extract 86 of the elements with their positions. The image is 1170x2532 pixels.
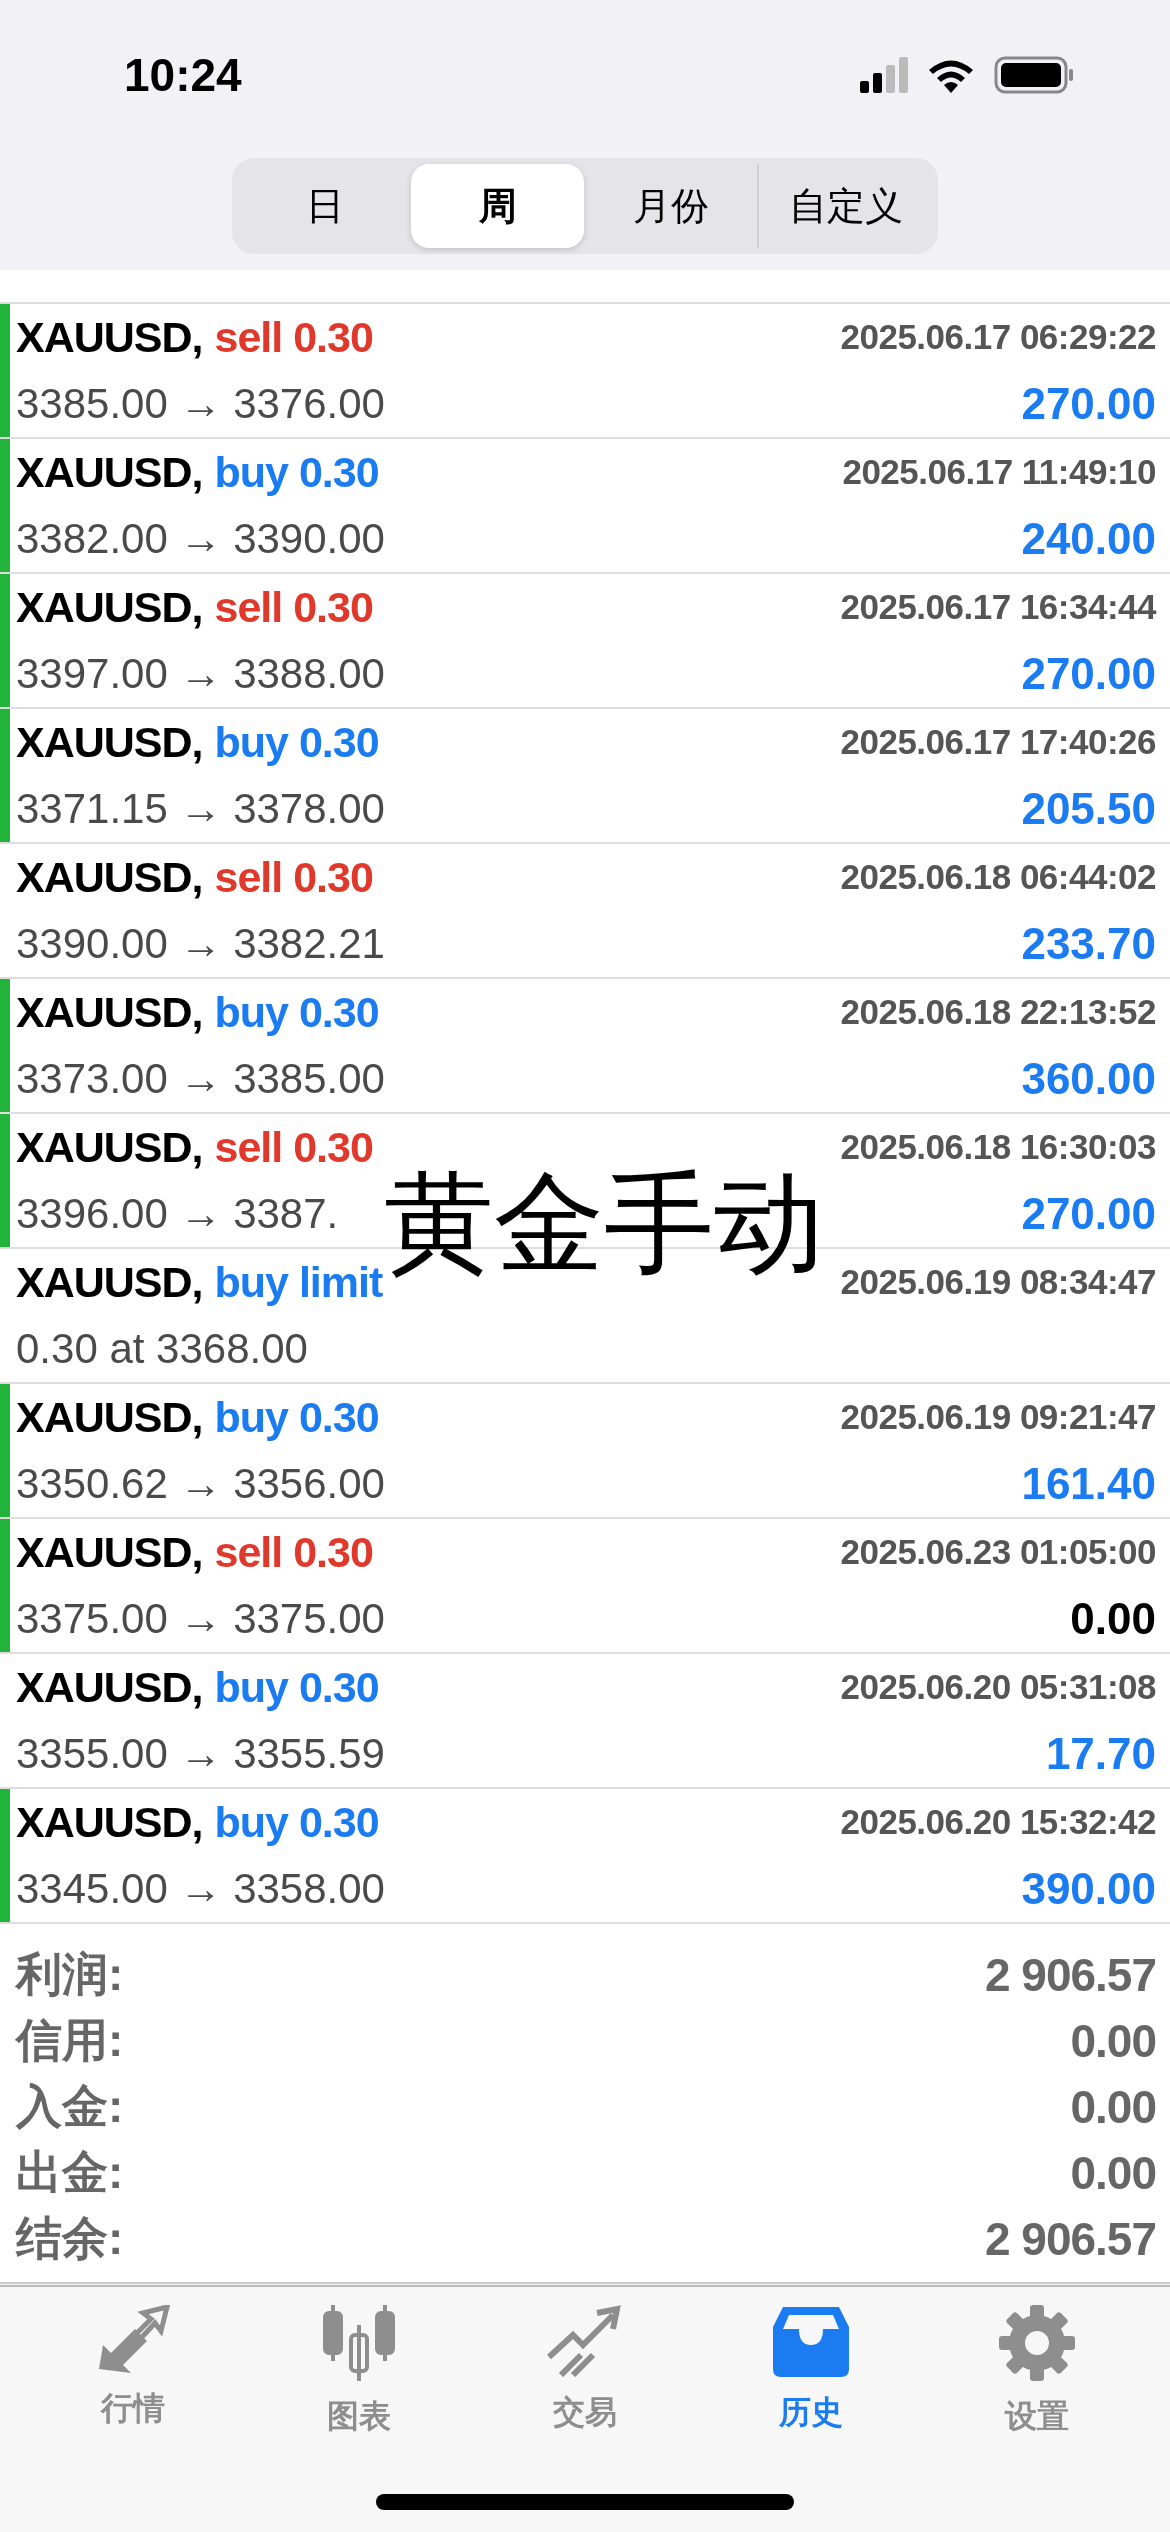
deal-time: 2025.06.19 09:21:47	[840, 1397, 1156, 1438]
candlestick-icon	[321, 2305, 397, 2381]
summary-label: 入金:	[16, 2079, 124, 2134]
deal-time: 2025.06.19 08:34:47	[840, 1262, 1156, 1303]
deal-profit: 233.70	[1021, 918, 1156, 969]
deal-prices: 3373.00 → 3385.00	[16, 1054, 385, 1102]
deal-time: 2025.06.17 06:29:22	[840, 317, 1156, 358]
inbox-icon	[773, 2305, 849, 2377]
deal-symbol: XAUUSD,	[16, 312, 203, 362]
deal-profit: 0.00	[1070, 1593, 1156, 1644]
period-tab[interactable]: 周	[411, 164, 584, 248]
deal-prices: 3350.62 → 3356.00	[16, 1459, 385, 1507]
deal-time: 2025.06.18 22:13:52	[840, 992, 1156, 1033]
deal-time: 2025.06.18 16:30:03	[840, 1127, 1156, 1168]
deal-time: 2025.06.17 16:34:44	[840, 587, 1156, 628]
deal-profit: 270.00	[1021, 378, 1156, 429]
summary-label: 信用:	[16, 2013, 124, 2068]
summary-label: 利润:	[16, 1947, 124, 2002]
settings-icon	[999, 2305, 1075, 2381]
deal-symbol: XAUUSD,	[16, 852, 203, 902]
deal-profit: 270.00	[1021, 648, 1156, 699]
deal-time: 2025.06.17 11:49:10	[842, 452, 1156, 493]
tab-bar-item[interactable]: 交易	[472, 2287, 698, 2532]
trend-arrow-icon	[547, 2305, 623, 2377]
deal-order: buy 0.30	[214, 717, 379, 767]
deal-symbol: XAUUSD,	[16, 1797, 203, 1847]
summary-label: 出金:	[16, 2145, 124, 2200]
period-tab[interactable]: 日	[238, 164, 411, 248]
deal-order: buy 0.30	[214, 987, 379, 1037]
summary-value: 2 906.57	[984, 2212, 1156, 2266]
deal-order: sell 0.30	[214, 582, 373, 632]
summary-value: 2 906.57	[984, 1948, 1156, 2002]
signal-icon	[860, 57, 908, 93]
deal-prices: 3396.00 → 3387.	[16, 1189, 339, 1237]
deal-time: 2025.06.20 15:32:42	[840, 1802, 1156, 1843]
tab-bar-item[interactable]: 历史	[698, 2287, 924, 2532]
deal-prices: 3382.00 → 3390.00	[16, 514, 385, 562]
deal-time: 2025.06.18 06:44:02	[840, 857, 1156, 898]
deal-prices: 3345.00 → 3358.00	[16, 1864, 385, 1912]
deal-order: sell 0.30	[214, 1527, 373, 1577]
deal-profit: 17.70	[1045, 1728, 1156, 1779]
deal-order: buy 0.30	[214, 1392, 379, 1442]
deal-prices: 3375.00 → 3375.00	[16, 1594, 385, 1642]
deal-order: buy 0.30	[214, 1662, 379, 1712]
deal-order: buy 0.30	[214, 447, 379, 497]
deal-prices: 3390.00 → 3382.21	[16, 919, 385, 967]
tab-bar-item[interactable]: 行情	[20, 2287, 246, 2532]
deal-prices: 3371.15 → 3378.00	[16, 784, 385, 832]
deal-symbol: XAUUSD,	[16, 987, 203, 1037]
deal-order: sell 0.30	[214, 312, 373, 362]
deal-time: 2025.06.17 17:40:26	[840, 722, 1156, 763]
deal-symbol: XAUUSD,	[16, 717, 203, 767]
deal-time: 2025.06.23 01:05:00	[840, 1532, 1156, 1573]
deal-order: sell 0.30	[214, 852, 373, 902]
overlay-caption: 黄金手动	[384, 1168, 824, 1278]
deal-order: buy 0.30	[214, 1797, 379, 1847]
period-tab[interactable]: 自定义	[757, 164, 932, 248]
deal-prices: 0.30 at 3368.00	[16, 1324, 308, 1372]
deal-order: sell 0.30	[214, 1122, 373, 1172]
period-tab[interactable]: 月份	[584, 164, 757, 248]
deal-symbol: XAUUSD,	[16, 1122, 203, 1172]
deal-prices: 3355.00 → 3355.59	[16, 1729, 385, 1777]
deal-profit: 240.00	[1021, 513, 1156, 564]
deal-symbol: XAUUSD,	[16, 582, 203, 632]
battery-icon	[994, 56, 1074, 94]
deal-profit: 205.50	[1021, 783, 1156, 834]
deal-profit: 360.00	[1021, 1053, 1156, 1104]
tab-bar-item[interactable]: 设置	[924, 2287, 1150, 2532]
summary-value: 0.00	[1070, 2146, 1156, 2200]
tab-bar-item[interactable]: 图表	[246, 2287, 472, 2532]
deal-order: buy limit	[214, 1257, 383, 1307]
deal-profit: 270.00	[1021, 1188, 1156, 1239]
deal-symbol: XAUUSD,	[16, 1662, 203, 1712]
deal-time: 2025.06.20 05:31:08	[840, 1667, 1156, 1708]
summary-value: 0.00	[1070, 2014, 1156, 2068]
deal-symbol: XAUUSD,	[16, 1527, 203, 1577]
status-time: 10:24	[124, 48, 242, 102]
deal-profit: 390.00	[1021, 1863, 1156, 1914]
deal-prices: 3385.00 → 3376.00	[16, 379, 385, 427]
deal-symbol: XAUUSD,	[16, 1392, 203, 1442]
deal-profit: 161.40	[1021, 1458, 1156, 1509]
summary-label: 结余:	[16, 2211, 124, 2266]
summary-value: 0.00	[1070, 2080, 1156, 2134]
deal-symbol: XAUUSD,	[16, 447, 203, 497]
deal-prices: 3397.00 → 3388.00	[16, 649, 385, 697]
deal-symbol: XAUUSD,	[16, 1257, 203, 1307]
